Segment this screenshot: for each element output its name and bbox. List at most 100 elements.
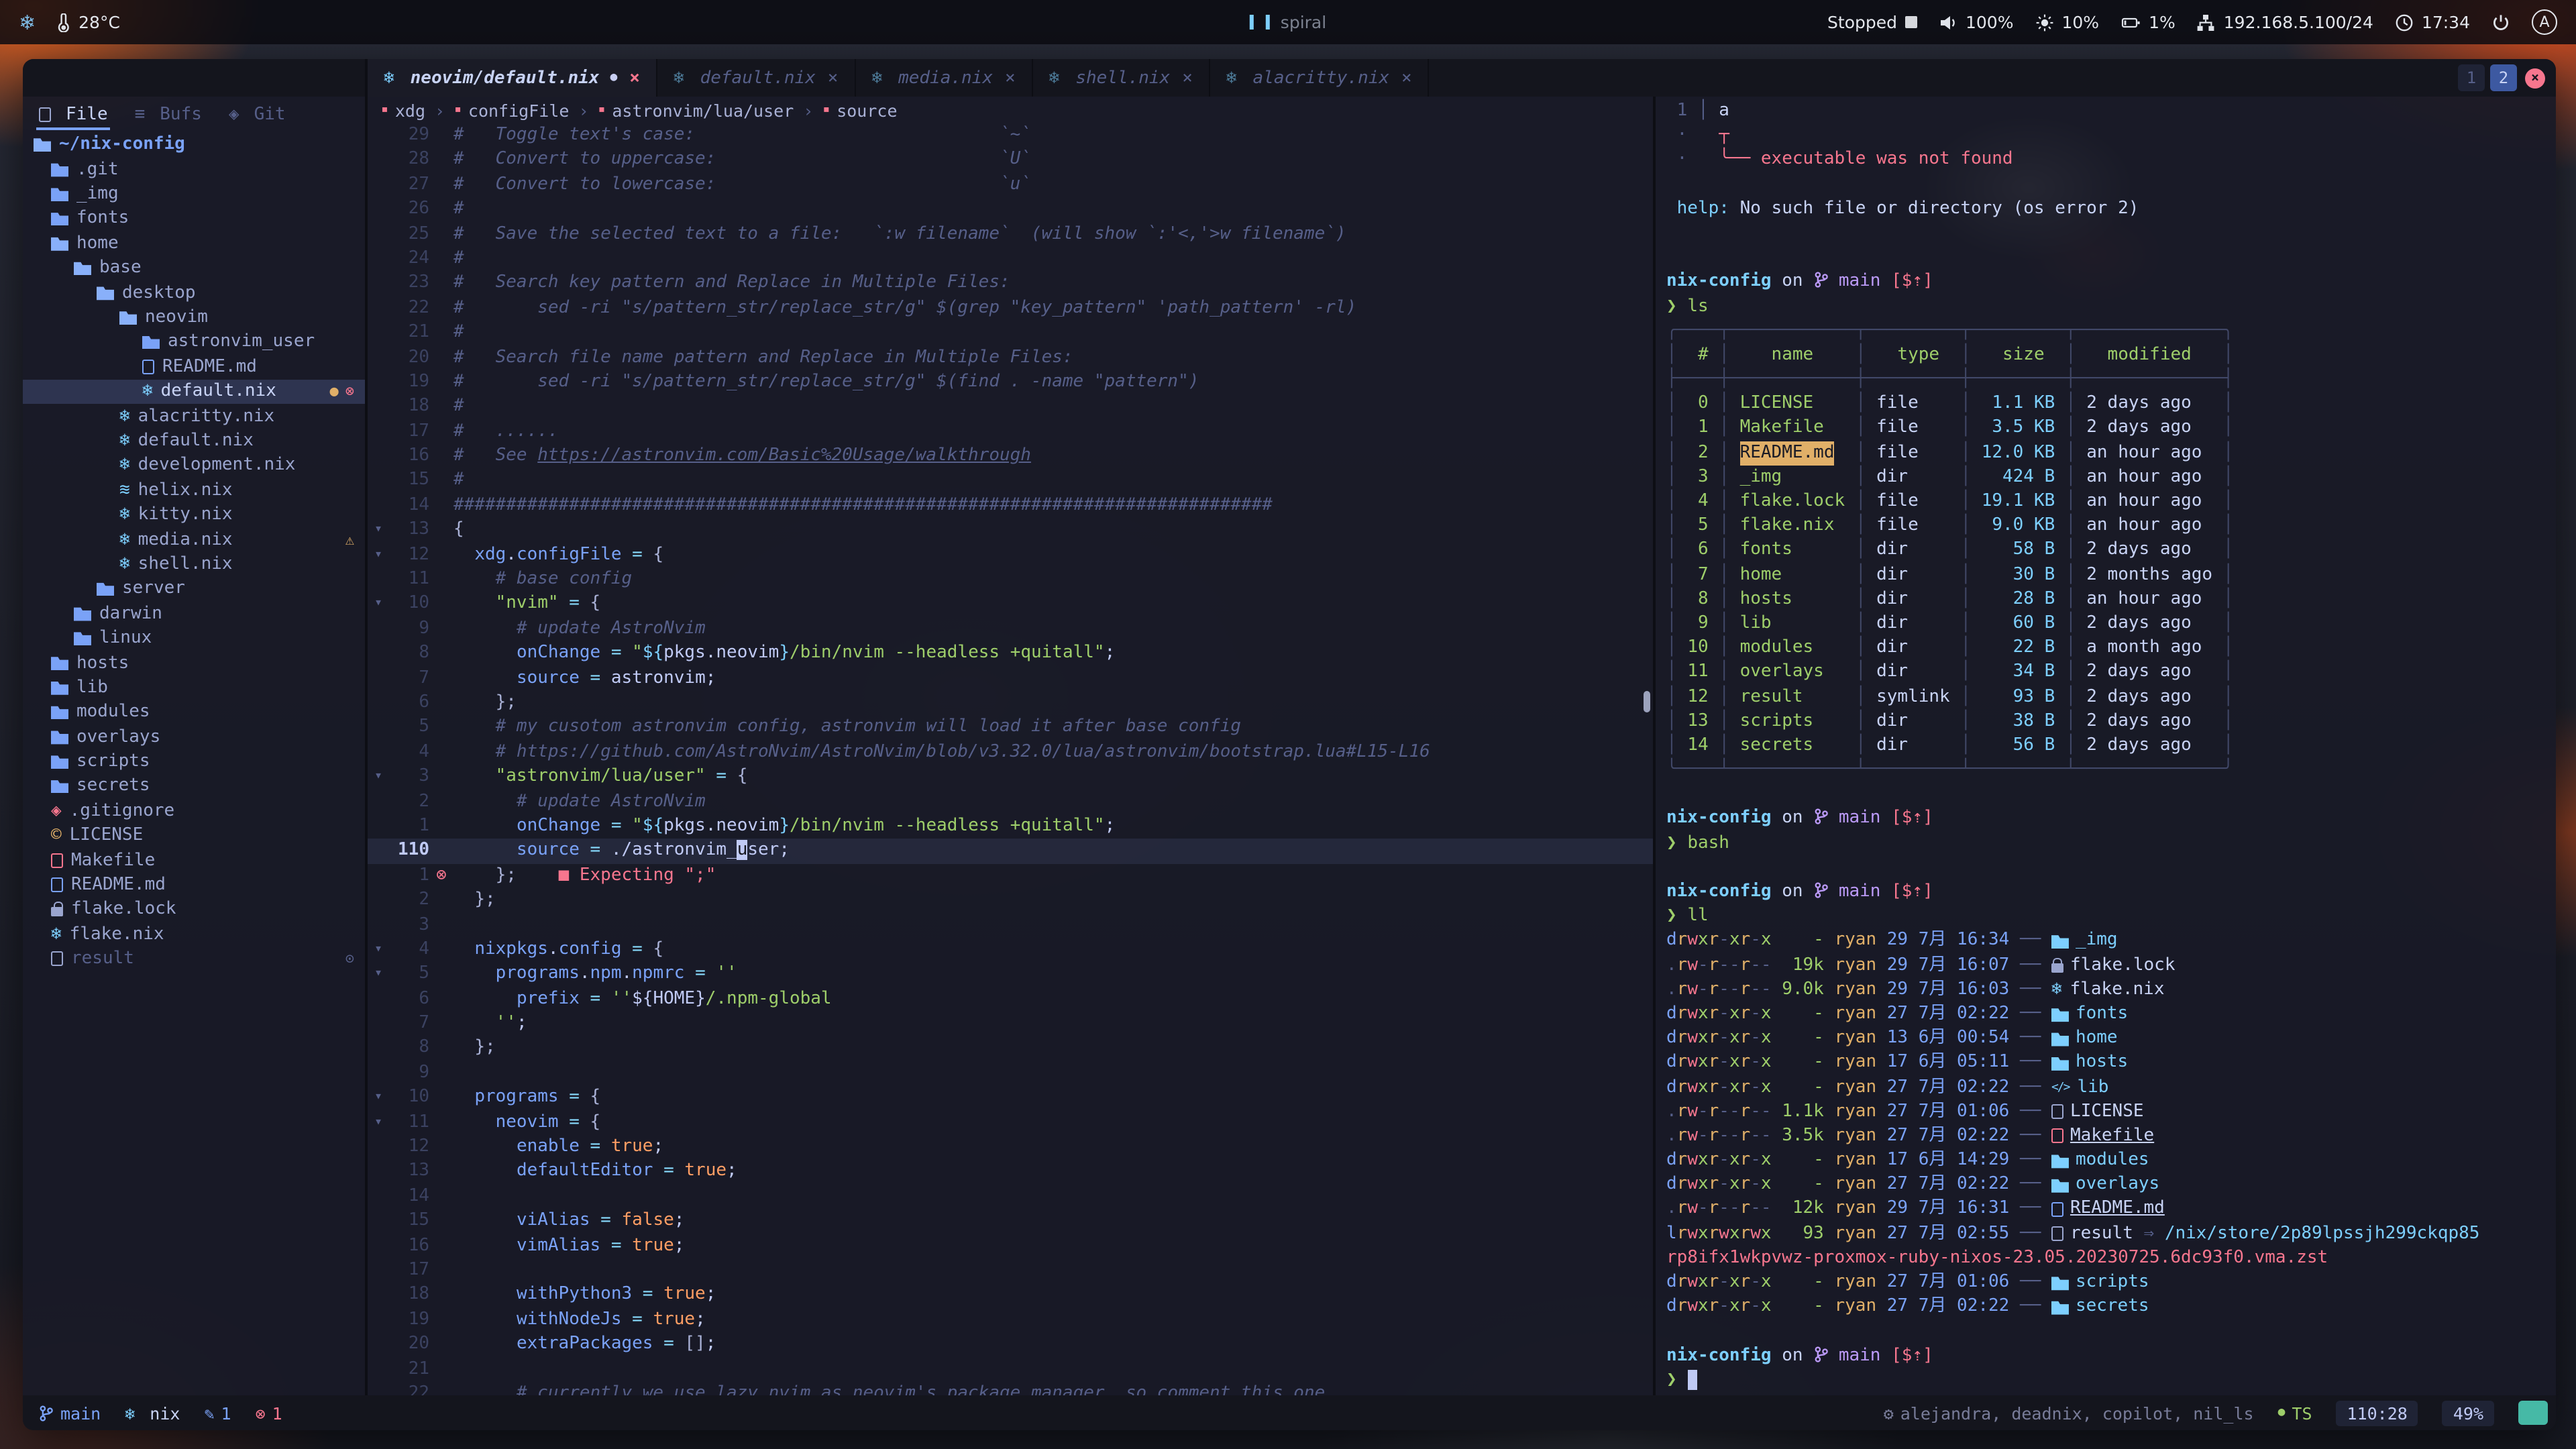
tree-item-scripts[interactable]: scripts xyxy=(23,749,365,774)
tree-item-lib[interactable]: lib xyxy=(23,675,365,700)
tree-item-.gitignore[interactable]: ◈.gitignore xyxy=(23,798,365,823)
close-buffer-button[interactable]: × xyxy=(629,68,640,88)
t-tbl xyxy=(1845,636,1856,660)
line-number: 14 xyxy=(389,494,429,519)
tree-item-home[interactable]: home xyxy=(23,231,365,256)
t-tbl: │ xyxy=(2065,539,2086,563)
clock-widget[interactable]: 17:34 xyxy=(2395,12,2470,32)
brightness-widget[interactable]: 10% xyxy=(2035,12,2100,32)
diagnostic-errors[interactable]: ⊗1 xyxy=(256,1403,282,1423)
battery-widget[interactable]: 1% xyxy=(2121,12,2176,32)
tree-item-darwin[interactable]: darwin xyxy=(23,601,365,626)
diagnostic-hints[interactable]: ✎1 xyxy=(204,1403,231,1423)
buffer-tab-default.nix[interactable]: ❄default.nix× xyxy=(657,59,856,97)
tree-item-astronvim_user[interactable]: astronvim_user xyxy=(23,329,365,354)
close-buffer-button[interactable]: × xyxy=(1401,68,1412,88)
tree-item-LICENSE[interactable]: ©LICENSE xyxy=(23,823,365,848)
t-tbl: │ xyxy=(1666,392,1687,417)
table-cell: dir xyxy=(1876,636,1950,660)
tree-item-label: hosts xyxy=(76,653,129,673)
keyboard-layout-indicator[interactable]: A xyxy=(2532,9,2557,35)
tree-item-neovim[interactable]: neovim xyxy=(23,305,365,330)
tree-item-shell.nix[interactable]: ❄shell.nix xyxy=(23,552,365,577)
tree-item-development.nix[interactable]: ❄development.nix xyxy=(23,453,365,478)
nix-icon: ❄ xyxy=(1049,68,1060,88)
t-cyan: help: xyxy=(1666,197,1740,221)
t-tbl xyxy=(1845,466,1856,490)
breadcrumb-seg-configFile[interactable]: ▪configFile xyxy=(454,100,569,120)
git-branch[interactable]: main xyxy=(39,1403,101,1423)
code-token: = xyxy=(706,766,737,786)
t-tbl xyxy=(2055,539,2065,563)
temperature-widget[interactable]: 28°C xyxy=(54,12,120,32)
tabpage-indicator: 12 × xyxy=(2458,59,2556,97)
source-label: Git xyxy=(254,104,286,124)
perm-char: - xyxy=(1750,929,1761,953)
t-tbl: │ xyxy=(1666,636,1687,660)
tree-item-kitty.nix[interactable]: ❄kitty.nix xyxy=(23,502,365,527)
power-widget[interactable] xyxy=(2491,13,2510,32)
tree-item-.git[interactable]: .git xyxy=(23,157,365,182)
breadcrumb-seg-xdg[interactable]: ▪xdg xyxy=(381,100,425,120)
perm-char: w xyxy=(1687,1222,1698,1246)
tree-item-alacritty.nix[interactable]: ❄alacritty.nix xyxy=(23,404,365,429)
neotree-source-Bufs[interactable]: ≡Bufs xyxy=(132,101,205,129)
tree-item-label: README.md xyxy=(71,875,166,895)
tree-item-base[interactable]: base xyxy=(23,256,365,280)
tree-item-secrets[interactable]: secrets xyxy=(23,774,365,799)
buffer-tab-alacritty.nix[interactable]: ❄alacritty.nix× xyxy=(1210,59,1430,97)
close-buffer-button[interactable]: × xyxy=(828,68,839,88)
tabpage-2[interactable]: 2 xyxy=(2490,64,2517,91)
network-widget[interactable]: 192.168.5.100/24 xyxy=(2197,12,2373,32)
scrollbar-thumb[interactable] xyxy=(1644,691,1650,712)
buffer-tab-media.nix[interactable]: ❄media.nix× xyxy=(855,59,1032,97)
code-token: # sed -ri "s/pattern_str/replace_str/g" … xyxy=(453,372,1199,392)
tree-root[interactable]: ~/nix-config xyxy=(23,131,365,157)
neotree-source-Git[interactable]: ◈Git xyxy=(226,101,288,129)
battery-icon xyxy=(2121,13,2141,32)
tree-item-helix.nix[interactable]: ≋helix.nix xyxy=(23,478,365,502)
t-tbl xyxy=(2212,343,2223,368)
tree-item-README.md[interactable]: README.md xyxy=(23,354,365,379)
tree-item-_img[interactable]: _img xyxy=(23,182,365,207)
neotree-source-File[interactable]: File xyxy=(36,101,111,129)
close-buffer-button[interactable]: × xyxy=(1182,68,1193,88)
tree-item-media.nix[interactable]: ❄media.nix⚠ xyxy=(23,527,365,552)
tree-item-linux[interactable]: linux xyxy=(23,626,365,651)
tree-item-flake.lock[interactable]: flake.lock xyxy=(23,897,365,922)
nix-logo-icon[interactable]: ❄ xyxy=(19,10,36,34)
tree-item-README.md[interactable]: README.md xyxy=(23,873,365,898)
breadcrumb-seg-astronvim/lua/user[interactable]: ▪astronvim/lua/user xyxy=(598,100,794,120)
volume-widget[interactable]: 100% xyxy=(1939,12,2014,32)
tree-item-default.nix[interactable]: ❄default.nix●⊗ xyxy=(23,379,365,404)
tree-item-modules[interactable]: modules xyxy=(23,700,365,724)
pause-icon[interactable] xyxy=(1250,15,1270,30)
terminal-pane[interactable]: 1 │ a · ┬ · ╰── executable was not found… xyxy=(1656,97,2556,1395)
t-tbl: │ xyxy=(1960,417,1981,441)
buffer-tab-shell.nix[interactable]: ❄shell.nix× xyxy=(1033,59,1210,97)
tree-item-overlays[interactable]: overlays xyxy=(23,724,365,749)
file-size: - xyxy=(1772,929,1824,953)
close-buffer-button[interactable]: × xyxy=(1005,68,1016,88)
close-window-button[interactable]: × xyxy=(2525,68,2545,88)
tree-item-server[interactable]: server xyxy=(23,576,365,601)
tree-item-desktop[interactable]: desktop xyxy=(23,280,365,305)
fold-marker xyxy=(368,1357,389,1382)
editor-pane[interactable]: ▪xdg›▪configFile›▪astronvim/lua/user›▪so… xyxy=(368,97,1656,1395)
tree-item-default.nix[interactable]: ❄default.nix xyxy=(23,429,365,453)
tree-item-fonts[interactable]: fonts xyxy=(23,207,365,231)
tree-item-result[interactable]: result⊙ xyxy=(23,947,365,971)
t-tbl xyxy=(2212,661,2223,685)
tree-item-Makefile[interactable]: Makefile xyxy=(23,848,365,873)
t-tbl: │ xyxy=(1719,392,1739,417)
tabpage-1[interactable]: 1 xyxy=(2458,64,2485,91)
perm-char: d xyxy=(1666,929,1677,953)
code-token: npm xyxy=(590,964,622,984)
tree-item-flake.nix[interactable]: ❄flake.nix xyxy=(23,922,365,947)
breadcrumb-seg-source[interactable]: ▪source xyxy=(822,100,897,120)
buffer-tab-neovim/default.nix[interactable]: ❄neovim/default.nix●× xyxy=(368,59,657,97)
t-tbl: │ xyxy=(2223,417,2234,441)
code-area[interactable]: 29 # Toggle text's case: `~` 28 # Conver… xyxy=(368,123,1653,1395)
tree-item-hosts[interactable]: hosts xyxy=(23,651,365,676)
media-status-widget[interactable]: Stopped xyxy=(1827,12,1917,32)
